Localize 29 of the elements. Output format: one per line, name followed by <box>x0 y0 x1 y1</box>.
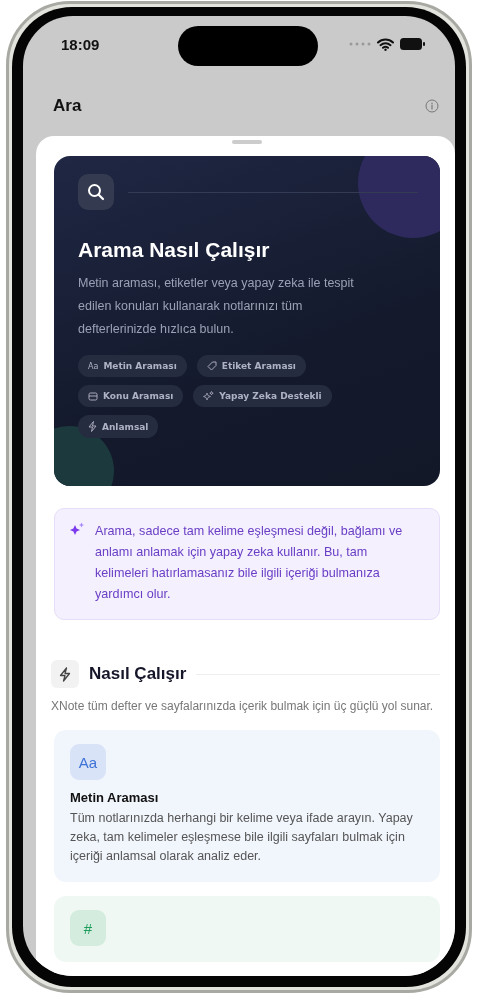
bolt-icon <box>88 421 97 432</box>
section-description: XNote tüm defter ve sayfalarınızda içerik bulmak için üç güçlü yol sunar. <box>51 698 435 715</box>
box-icon <box>88 391 98 401</box>
signal-icon <box>349 42 371 46</box>
feature-chip: Yapay Zeka Destekli <box>193 385 332 407</box>
section-title: Nasıl Çalışır <box>89 664 187 684</box>
notice-text: Arama, sadece tam kelime eşleşmesi değil, bağlamı ve anlamı anlamak için yapay zeka kullanır. Bu, tam kelimeleri hatırlamasanız bile ilgili içeriği bulmanıza yardımcı olur. <box>95 523 404 603</box>
page-title: Ara <box>53 96 82 116</box>
wifi-icon <box>377 37 394 51</box>
card-description: Tüm notlarınızda herhangi bir kelime veya ifade arayın. Yapay zeka, tam kelimeler eşleşmese bile ilgili sayfaları bulmak için içeriği anlamsal olarak analiz eder. <box>70 810 414 865</box>
sparkles-icon <box>69 522 85 537</box>
feature-chip: Konu Araması <box>78 385 184 407</box>
sparkles-icon <box>203 391 215 401</box>
sheet-grabber[interactable] <box>232 140 262 144</box>
feature-chip: Aa Metin Araması <box>78 355 187 377</box>
feature-chip: Anlamsal <box>78 415 159 438</box>
search-icon <box>78 174 114 210</box>
bolt-icon <box>51 660 79 688</box>
hero-description: Metin araması, etiketler veya yapay zeka ile tespit edilen konuları kullanarak notlarınızı tüm defterlerinizde hızlıca bulun. <box>78 275 355 338</box>
hero-title: Arama Nasıl Çalışır <box>78 238 271 262</box>
card-icon: Aa <box>78 753 98 771</box>
status-time: 18:09 <box>61 35 100 53</box>
tag-icon <box>206 361 217 371</box>
card-title: Metin Araması <box>70 790 160 805</box>
feature-chip: Etiket Araması <box>196 355 306 377</box>
info-icon[interactable] <box>425 99 439 113</box>
text-size-icon: Aa <box>88 361 99 371</box>
battery-icon <box>400 38 425 50</box>
card-icon: # <box>83 919 93 937</box>
